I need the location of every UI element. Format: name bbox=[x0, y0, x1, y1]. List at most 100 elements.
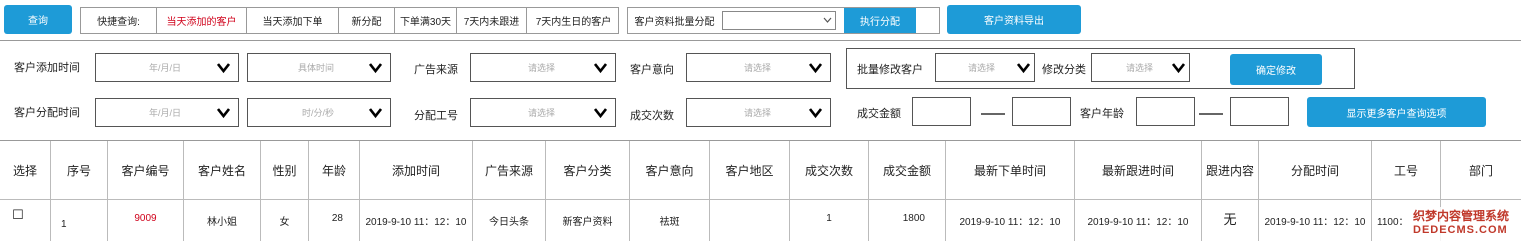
col-header-latest-order-time: 最新下单时间 bbox=[946, 141, 1075, 199]
col-header-followup-content: 跟进内容 bbox=[1202, 141, 1259, 199]
chevron-down-icon bbox=[823, 17, 832, 23]
col-header-index: 序号 bbox=[51, 141, 108, 199]
col-header-department: 部门 bbox=[1468, 163, 1493, 178]
cell-age: 28 bbox=[309, 199, 360, 241]
quick-query-bar: 快捷查询: 当天添加的客户 当天添加下单 新分配 下单满30天 7天内未跟进 7… bbox=[80, 7, 619, 34]
confirm-modify-button[interactable]: 确定修改 bbox=[1230, 54, 1322, 85]
cell-followup-content: 无 bbox=[1202, 199, 1259, 241]
col-header-intent: 客户意向 bbox=[630, 141, 710, 199]
more-options-button[interactable]: 显示更多客户查询选项 bbox=[1307, 97, 1486, 127]
batch-assign-label: 客户资料批量分配 bbox=[634, 17, 715, 28]
cell-customer-name: 林小姐 bbox=[184, 199, 261, 241]
intent-select[interactable]: 请选择 bbox=[686, 53, 831, 82]
cell-region bbox=[710, 199, 790, 241]
add-time-time-placeholder: 具体时间 bbox=[298, 63, 335, 73]
range-dash bbox=[1199, 113, 1223, 115]
cell-deal-amount: 1800 bbox=[869, 199, 946, 241]
chevron-down-icon bbox=[1172, 63, 1185, 74]
col-header-ad-source: 广告来源 bbox=[473, 141, 546, 199]
ad-source-label: 广告来源 bbox=[414, 64, 458, 76]
col-header-age: 年龄 bbox=[309, 141, 360, 199]
modify-category-select[interactable]: 请选择 bbox=[1091, 53, 1190, 82]
ad-source-select[interactable]: 请选择 bbox=[470, 53, 616, 82]
batch-modify-label: 批量修改客户 bbox=[857, 64, 923, 76]
add-time-time-select[interactable]: 具体时间 bbox=[247, 53, 391, 82]
quick-link-new-assigned[interactable]: 新分配 bbox=[339, 8, 395, 33]
range-dash bbox=[981, 113, 1005, 115]
age-max-input[interactable] bbox=[1230, 97, 1289, 126]
col-header-deal-count: 成交次数 bbox=[790, 141, 869, 199]
cell-latest-order-time: 2019-9-10 11：12：10 bbox=[946, 199, 1075, 241]
cell-add-time: 2019-9-10 11：12：10 bbox=[360, 199, 473, 241]
cell-intent: 祛斑 bbox=[630, 199, 710, 241]
col-header-assign-time: 分配时间 bbox=[1259, 141, 1372, 199]
quick-link-today-ordered[interactable]: 当天添加下单 bbox=[247, 8, 339, 33]
batch-modify-select[interactable]: 请选择 bbox=[935, 53, 1035, 82]
col-header-deal-amount: 成交金额 bbox=[869, 141, 946, 199]
cell-ad-source: 今日头条 bbox=[473, 199, 546, 241]
watermark-logo: 织梦内容管理系统 DEDECMS.COM bbox=[1411, 207, 1521, 241]
col-header-customer-id: 客户编号 bbox=[108, 141, 184, 199]
staff-id-placeholder: 请选择 bbox=[528, 108, 556, 118]
modify-category-label: 修改分类 bbox=[1042, 64, 1086, 76]
chevron-down-icon bbox=[217, 108, 230, 119]
chevron-down-icon bbox=[369, 108, 382, 119]
chevron-down-icon bbox=[1017, 63, 1030, 74]
age-min-input[interactable] bbox=[1136, 97, 1195, 126]
deal-amount-min-input[interactable] bbox=[912, 97, 971, 126]
col-header-add-time: 添加时间 bbox=[360, 141, 473, 199]
cell-assign-time: 2019-9-10 11：12：10 bbox=[1259, 199, 1372, 241]
age-label: 客户年龄 bbox=[1080, 108, 1124, 120]
assign-time-time-select[interactable]: 时/分/秒 bbox=[247, 98, 391, 127]
deal-count-placeholder: 请选择 bbox=[744, 108, 772, 118]
intent-label: 客户意向 bbox=[630, 64, 674, 76]
assign-time-date-placeholder: 年/月/日 bbox=[149, 108, 182, 118]
col-header-gender: 性别 bbox=[261, 141, 309, 199]
quick-link-today-added[interactable]: 当天添加的客户 bbox=[157, 8, 247, 33]
deal-amount-max-input[interactable] bbox=[1012, 97, 1071, 126]
add-time-date-placeholder: 年/月/日 bbox=[149, 63, 182, 73]
cell-gender: 女 bbox=[261, 199, 309, 241]
cell-index: 1 bbox=[51, 199, 108, 241]
chevron-down-icon bbox=[594, 108, 607, 119]
cell-category: 新客户资料 bbox=[546, 199, 630, 241]
col-header-category: 客户分类 bbox=[546, 141, 630, 199]
deal-count-select[interactable]: 请选择 bbox=[686, 98, 831, 127]
row-checkbox[interactable]: ☐ bbox=[0, 199, 51, 241]
divider bbox=[0, 40, 1521, 41]
modify-category-placeholder: 请选择 bbox=[1126, 63, 1154, 73]
chevron-down-icon bbox=[809, 108, 822, 119]
add-time-date-select[interactable]: 年/月/日 bbox=[95, 53, 239, 82]
assign-time-label: 客户分配时间 bbox=[14, 107, 80, 119]
ad-source-placeholder: 请选择 bbox=[528, 63, 556, 73]
intent-placeholder: 请选择 bbox=[744, 63, 772, 73]
chevron-down-icon bbox=[809, 63, 822, 74]
chevron-down-icon bbox=[594, 63, 607, 74]
assign-time-date-select[interactable]: 年/月/日 bbox=[95, 98, 239, 127]
col-header-latest-followup-time: 最新跟进时间 bbox=[1075, 141, 1202, 199]
watermark-line2: DEDECMS.COM bbox=[1413, 224, 1508, 236]
cell-latest-followup-time: 2019-9-10 11：12：10 bbox=[1075, 199, 1202, 241]
export-button[interactable]: 客户资料导出 bbox=[947, 5, 1081, 34]
execute-assign-button[interactable]: 执行分配 bbox=[844, 8, 916, 33]
staff-id-select[interactable]: 请选择 bbox=[470, 98, 616, 127]
cell-deal-count: 1 bbox=[790, 199, 869, 241]
deal-count-label: 成交次数 bbox=[630, 110, 674, 122]
batch-assign-select[interactable] bbox=[722, 11, 836, 30]
staff-id-label: 分配工号 bbox=[414, 110, 458, 122]
quick-link-birthday-7-days[interactable]: 7天内生日的客户 bbox=[527, 8, 620, 33]
col-header-customer-name: 客户姓名 bbox=[184, 141, 261, 199]
quick-link-ordered-30-days[interactable]: 下单满30天 bbox=[395, 8, 457, 33]
watermark-line1: 织梦内容管理系统 bbox=[1413, 209, 1510, 223]
batch-modify-placeholder: 请选择 bbox=[968, 63, 996, 73]
query-button[interactable]: 查询 bbox=[4, 5, 72, 34]
cell-customer-id: 9009 bbox=[108, 199, 184, 241]
add-time-label: 客户添加时间 bbox=[14, 62, 80, 74]
col-header-staff-id: 工号 bbox=[1372, 141, 1441, 199]
quick-link-no-followup-7-days[interactable]: 7天内未跟进 bbox=[457, 8, 527, 33]
col-header-region: 客户地区 bbox=[710, 141, 790, 199]
chevron-down-icon bbox=[369, 63, 382, 74]
chevron-down-icon bbox=[217, 63, 230, 74]
quick-query-label: 快捷查询: bbox=[81, 8, 157, 33]
assign-time-time-placeholder: 时/分/秒 bbox=[302, 108, 335, 118]
